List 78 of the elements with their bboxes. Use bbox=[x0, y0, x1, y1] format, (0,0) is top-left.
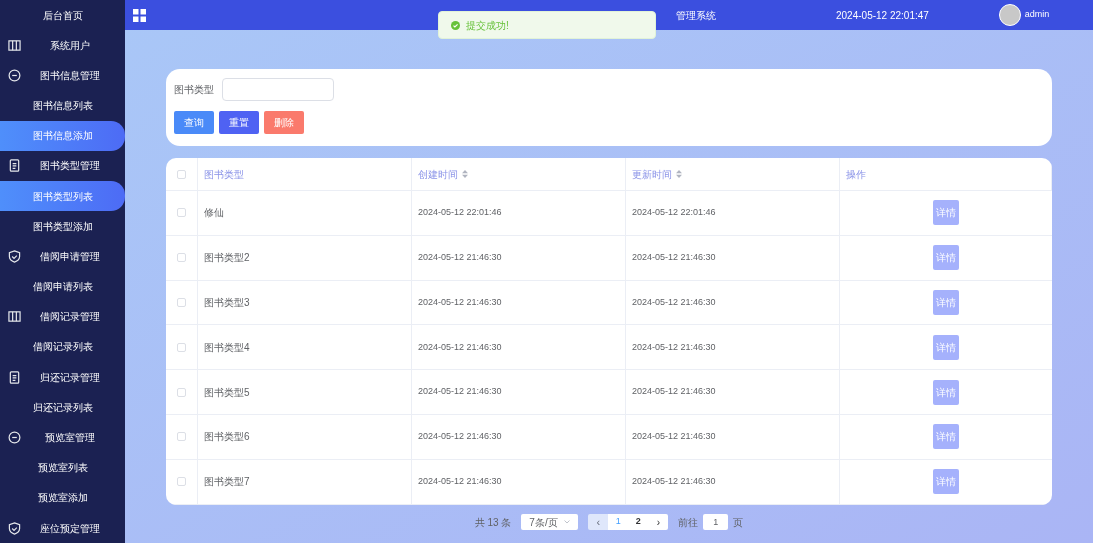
check-circle-icon bbox=[451, 20, 460, 30]
sidebar-item[interactable]: 预览室添加 bbox=[0, 482, 125, 513]
row-checkbox[interactable] bbox=[177, 298, 186, 307]
sidebar-item[interactable]: 借阅申请管理 bbox=[0, 241, 125, 272]
table-cell: 2024-05-12 22:01:46 bbox=[418, 206, 502, 220]
sidebar-item[interactable]: 图书类型管理 bbox=[0, 150, 125, 182]
table-cell-text: 图书类型5 bbox=[204, 385, 250, 400]
table-cell-text: 2024-05-12 21:46:30 bbox=[632, 340, 716, 354]
table-cell: 2024-05-12 21:46:30 bbox=[418, 430, 502, 444]
table-cell-text: 2024-05-12 21:46:30 bbox=[632, 295, 716, 309]
column-header: 更新时间 bbox=[632, 167, 672, 182]
sidebar-item[interactable]: 归还记录列表 bbox=[0, 392, 125, 423]
total-count: 共 13 条 bbox=[474, 515, 512, 530]
columns-icon bbox=[8, 310, 21, 324]
row-checkbox[interactable] bbox=[177, 387, 186, 397]
page-input-field[interactable]: 1 bbox=[703, 514, 729, 530]
column-header: 操作 bbox=[846, 167, 866, 182]
table-cell-text: 2024-05-12 21:46:30 bbox=[418, 295, 502, 309]
table-cell: 2024-05-12 21:46:30 bbox=[418, 385, 502, 399]
page-button[interactable]: 2 bbox=[628, 514, 649, 530]
column-header: 图书类型 bbox=[204, 167, 244, 182]
table-cell-text: 图书类型2 bbox=[204, 251, 250, 266]
table-cell-text: 修仙 bbox=[204, 206, 224, 221]
shield-icon bbox=[8, 521, 21, 535]
app-title: 管理系统 bbox=[676, 8, 716, 23]
grid-menu-icon[interactable] bbox=[133, 8, 146, 22]
avatar[interactable] bbox=[998, 4, 1021, 26]
goto-label: 前往 bbox=[678, 515, 699, 530]
sidebar-item[interactable]: 图书信息管理 bbox=[0, 60, 125, 91]
sidebar-item[interactable]: 后台首页 bbox=[0, 0, 125, 31]
sidebar-item[interactable]: 图书信息列表 bbox=[0, 90, 125, 121]
table-cell-text: 2024-05-12 21:46:30 bbox=[418, 340, 502, 354]
columns-icon bbox=[8, 38, 21, 52]
row-checkbox[interactable] bbox=[177, 169, 186, 179]
sort-icon[interactable] bbox=[462, 170, 468, 178]
sidebar-item[interactable]: 归还记录管理 bbox=[0, 362, 125, 393]
shield-icon bbox=[8, 249, 21, 263]
page-suffix: 页 bbox=[733, 515, 744, 530]
row-checkbox[interactable] bbox=[177, 253, 186, 263]
sidebar-item[interactable]: 图书信息添加 bbox=[0, 120, 125, 151]
chevron-down-icon bbox=[564, 520, 571, 524]
table-cell-text: 图书类型7 bbox=[204, 475, 250, 490]
row-checkbox[interactable] bbox=[177, 342, 186, 352]
sidebar-item[interactable]: 座位预定管理 bbox=[0, 512, 125, 543]
sidebar-item[interactable]: 图书类型列表 bbox=[0, 181, 125, 212]
table-cell: 2024-05-12 21:46:30 bbox=[632, 385, 716, 399]
table-cell-text: 2024-05-12 21:46:30 bbox=[632, 474, 716, 488]
table-cell-text: 2024-05-12 21:46:30 bbox=[418, 250, 502, 264]
toast-message: 提交成功! bbox=[466, 18, 509, 33]
sidebar-item[interactable]: 系统用户 bbox=[0, 30, 125, 61]
field-label: 图书类型 bbox=[174, 83, 214, 97]
document-icon bbox=[8, 370, 21, 384]
sidebar-item[interactable]: 预览室管理 bbox=[0, 422, 125, 453]
table-cell-text: 图书类型3 bbox=[204, 296, 250, 310]
sidebar-item[interactable]: 借阅记录管理 bbox=[0, 301, 125, 332]
sort-icon[interactable] bbox=[676, 170, 682, 178]
column-header: 创建时间 bbox=[418, 167, 458, 182]
table-cell: 2024-05-12 22:01:46 bbox=[632, 206, 716, 220]
page-size-select[interactable]: 7条/页 bbox=[521, 514, 579, 530]
table-cell: 2024-05-12 21:46:30 bbox=[632, 430, 716, 444]
sidebar-item[interactable]: 借阅申请列表 bbox=[0, 271, 125, 302]
action-button[interactable]: 重置 bbox=[219, 111, 259, 134]
table-cell-text: 图书类型4 bbox=[204, 340, 250, 355]
username[interactable]: admin bbox=[1024, 8, 1050, 22]
row-checkbox[interactable] bbox=[177, 432, 186, 442]
table-cell-text: 2024-05-12 21:46:30 bbox=[418, 474, 502, 488]
sidebar-item[interactable]: 借阅记录列表 bbox=[0, 331, 125, 363]
row-checkbox[interactable] bbox=[177, 477, 186, 487]
datetime: 2024-05-12 22:01:47 bbox=[836, 8, 929, 23]
sidebar-item[interactable]: 图书类型添加 bbox=[0, 211, 125, 242]
table-cell-text: 图书类型6 bbox=[204, 430, 250, 445]
prev-page-button[interactable]: ‹ bbox=[588, 514, 609, 530]
type-input-field[interactable] bbox=[222, 78, 334, 101]
next-page-button[interactable]: › bbox=[648, 514, 669, 530]
table-cell-text: 2024-05-12 21:46:30 bbox=[632, 250, 716, 264]
document-icon bbox=[8, 159, 21, 173]
sidebar-item[interactable]: 预览室列表 bbox=[0, 452, 125, 483]
row-checkbox[interactable] bbox=[177, 208, 186, 218]
